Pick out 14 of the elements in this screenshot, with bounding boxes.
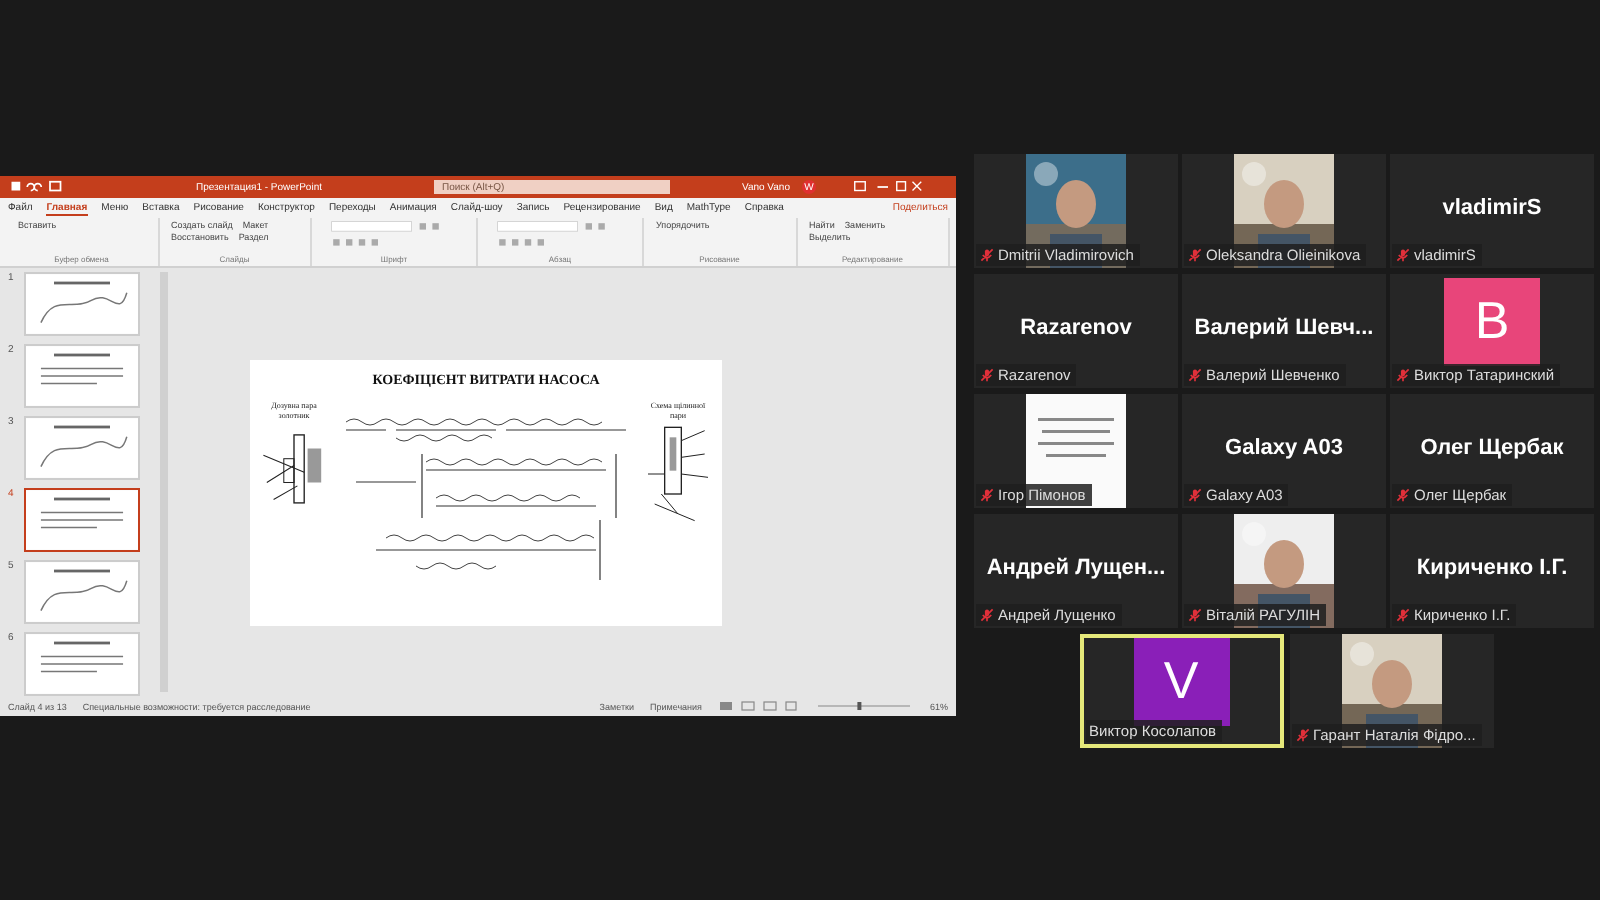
participant-display-name: Galaxy A03	[1225, 435, 1343, 459]
participant-display-name: Андрей Лущен...	[986, 555, 1166, 579]
gap-pair-diagram-drawing	[644, 423, 712, 523]
participant-display-name: Валерий Шевч...	[1194, 315, 1374, 339]
zoom-slider[interactable]	[813, 700, 914, 712]
avatar: V	[1133, 637, 1229, 725]
quick-access-icon	[8, 180, 64, 194]
participant-display-name: vladimirS	[1442, 195, 1542, 219]
slide-thumbnail[interactable]	[24, 488, 140, 552]
view-buttons-icon[interactable]	[717, 700, 798, 712]
participant-display-name: Олег Щербак	[1420, 435, 1564, 459]
participant-display-name: Razarenov	[1020, 315, 1132, 339]
participant-display-name: Кириченко І.Г.	[1416, 555, 1568, 579]
avatar: B	[1444, 277, 1540, 365]
